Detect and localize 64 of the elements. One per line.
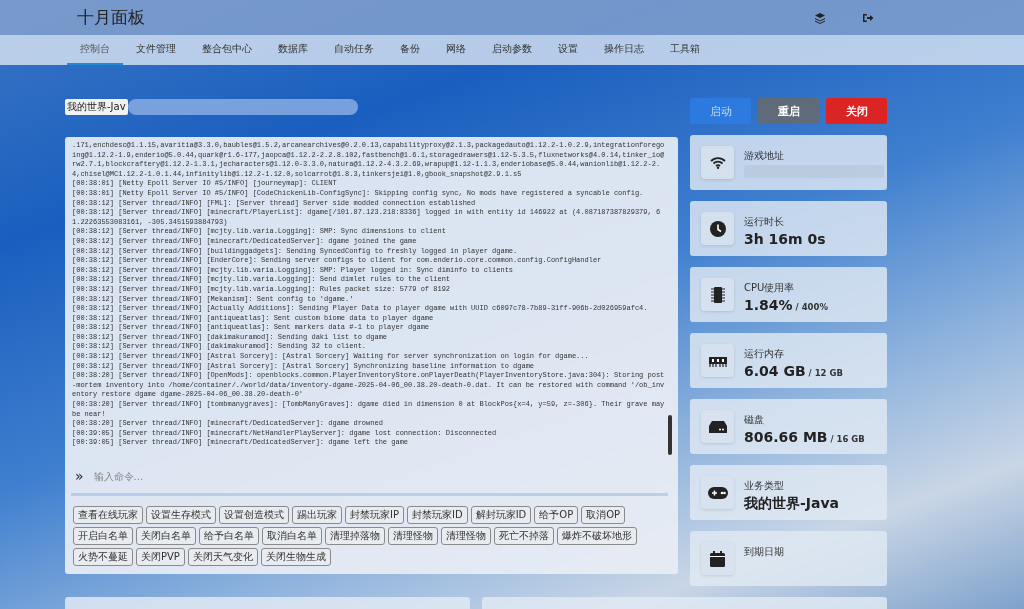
nav-tab[interactable]: 整合包中心 xyxy=(189,35,265,65)
nav-tab[interactable]: 启动参数 xyxy=(479,35,545,65)
nav-tab[interactable]: 备份 xyxy=(387,35,433,65)
stat-total: / 400% xyxy=(795,302,828,312)
gamepad-icon xyxy=(707,486,728,499)
nav-tab[interactable]: 文件管理 xyxy=(123,35,189,65)
quick-command-button[interactable]: 关闭PVP xyxy=(136,548,185,566)
server-name: 我的世界-Jav xyxy=(65,98,128,115)
calendar-icon xyxy=(710,550,725,567)
quick-command-button[interactable]: 火势不蔓延 xyxy=(73,548,133,566)
panel-title: 十月面板 xyxy=(77,6,145,29)
stat-label: 运行时长 xyxy=(744,215,785,229)
nav-tab[interactable]: 设置 xyxy=(545,35,591,65)
stat-value: 3h 16m 0s xyxy=(744,231,826,247)
nav-tab[interactable]: 工具箱 xyxy=(657,35,713,65)
stat-value: 我的世界-Java xyxy=(744,495,840,513)
stat-label: 游戏地址 xyxy=(744,149,785,163)
quick-command-button[interactable]: 封禁玩家ID xyxy=(407,506,468,524)
layers-icon[interactable] xyxy=(814,11,826,24)
stat-total: / 12 GB xyxy=(808,368,843,378)
quick-command-button[interactable]: 爆炸不破坏地形 xyxy=(557,527,637,545)
quick-command-button[interactable]: 清理掉落物 xyxy=(325,527,385,545)
quick-command-button[interactable]: 踢出玩家 xyxy=(292,506,342,524)
command-input[interactable]: 输入命令... xyxy=(91,469,668,483)
wifi-icon xyxy=(709,156,726,169)
quick-command-button[interactable]: 关闭白名单 xyxy=(136,527,196,545)
nav-tab[interactable]: 数据库 xyxy=(265,35,321,65)
stat-label: 业务类型 xyxy=(744,479,785,493)
stat-total: / 16 GB xyxy=(830,434,865,444)
quick-command-button[interactable]: 给予OP xyxy=(534,506,579,524)
quick-command-button[interactable]: 取消OP xyxy=(581,506,626,524)
stat-label: 到期日期 xyxy=(744,545,784,559)
restart-button[interactable]: 重启 xyxy=(758,98,819,124)
drive-icon xyxy=(708,420,727,433)
quick-command-button[interactable]: 给予白名单 xyxy=(199,527,259,545)
prompt-symbol: » xyxy=(75,468,84,484)
clock-icon xyxy=(709,220,726,237)
quick-command-button[interactable]: 取消白名单 xyxy=(262,527,322,545)
stat-label: 磁盘 xyxy=(744,413,765,427)
quick-command-button[interactable]: 开启白名单 xyxy=(73,527,133,545)
quick-command-button[interactable]: 清理怪物 xyxy=(441,527,491,545)
quick-command-button[interactable]: 查看在线玩家 xyxy=(73,506,143,524)
nav-tab[interactable]: 网络 xyxy=(433,35,479,65)
stat-value: 806.66 MB xyxy=(744,429,828,445)
quick-command-button[interactable]: 关闭天气变化 xyxy=(187,548,258,566)
stop-button[interactable]: 关闭 xyxy=(826,98,887,124)
nav-tab[interactable]: 控制台 xyxy=(67,35,123,65)
stat-label: CPU使用率 xyxy=(744,281,796,295)
nav-tab[interactable]: 自动任务 xyxy=(321,35,387,65)
quick-command-button[interactable]: 封禁玩家IP xyxy=(345,506,404,524)
quick-command-button[interactable]: 设置生存模式 xyxy=(146,506,216,524)
stat-label: 运行内存 xyxy=(744,347,785,361)
quick-command-button[interactable]: 解封玩家ID xyxy=(470,506,532,524)
scrollbar-thumb[interactable] xyxy=(668,415,672,455)
quick-command-button[interactable]: 关闭生物生成 xyxy=(260,548,331,566)
logout-icon[interactable] xyxy=(862,11,874,24)
quick-command-button[interactable]: 清理怪物 xyxy=(388,527,438,545)
stat-value: 1.84% xyxy=(744,297,793,313)
stat-value: 6.04 GB xyxy=(744,363,806,379)
quick-command-button[interactable]: 死亡不掉落 xyxy=(494,527,554,545)
nav-tab[interactable]: 操作日志 xyxy=(591,35,657,65)
quick-command-button[interactable]: 设置创造模式 xyxy=(219,506,289,524)
chip-icon xyxy=(710,285,725,304)
memory-icon xyxy=(708,354,727,367)
